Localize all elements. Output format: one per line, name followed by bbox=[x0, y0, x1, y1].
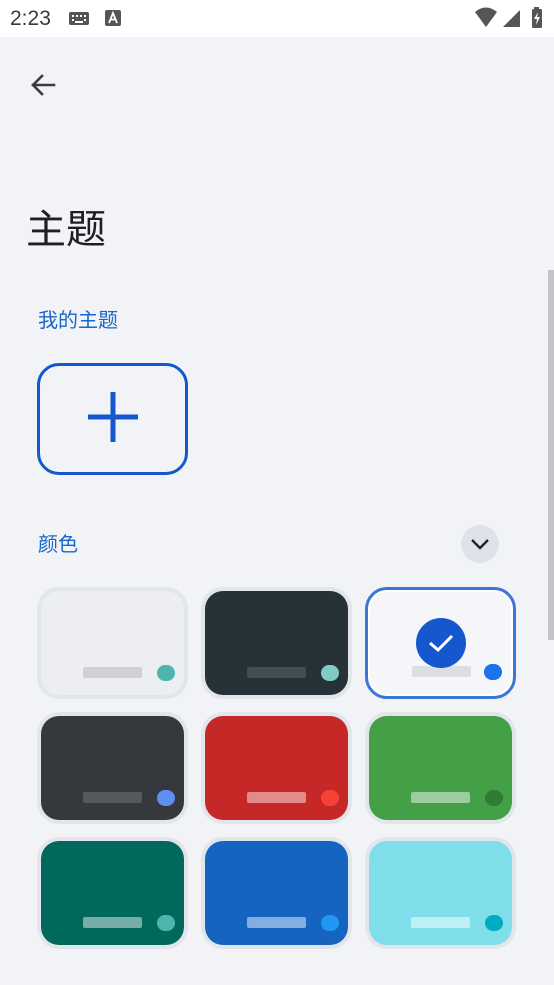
theme-preview bbox=[369, 716, 512, 820]
theme-preview bbox=[369, 841, 512, 945]
back-button[interactable] bbox=[20, 64, 66, 110]
color-theme-charcoal[interactable] bbox=[37, 712, 188, 824]
theme-preview-bar bbox=[411, 792, 470, 803]
color-theme-light-gray[interactable] bbox=[37, 587, 188, 699]
color-theme-cyan[interactable] bbox=[365, 837, 516, 949]
theme-preview-bar bbox=[247, 792, 306, 803]
color-theme-blue[interactable] bbox=[201, 837, 352, 949]
chevron-down-icon bbox=[470, 535, 490, 554]
check-icon bbox=[415, 618, 466, 668]
battery-icon bbox=[530, 0, 544, 41]
text-a-icon bbox=[104, 0, 122, 41]
colors-expand-button[interactable] bbox=[461, 525, 499, 563]
theme-preview-bar bbox=[247, 667, 306, 678]
page-title: 主题 bbox=[26, 207, 106, 253]
theme-preview-bar bbox=[83, 667, 142, 678]
theme-preview-bar bbox=[83, 792, 142, 803]
wifi-icon bbox=[474, 0, 498, 41]
scrollbar[interactable] bbox=[548, 270, 554, 640]
status-time: 2:23 bbox=[10, 7, 51, 30]
theme-accent-dot bbox=[157, 790, 175, 806]
theme-accent-dot bbox=[321, 665, 339, 681]
plus-icon bbox=[86, 390, 140, 448]
color-theme-dark-slate[interactable] bbox=[201, 587, 352, 699]
theme-accent-dot bbox=[321, 790, 339, 806]
theme-preview bbox=[205, 716, 348, 820]
color-theme-red[interactable] bbox=[201, 712, 352, 824]
theme-preview bbox=[41, 716, 184, 820]
theme-accent-dot bbox=[321, 915, 339, 931]
color-theme-green[interactable] bbox=[365, 712, 516, 824]
theme-preview bbox=[205, 591, 348, 695]
theme-preview bbox=[370, 592, 511, 694]
arrow-back-icon bbox=[29, 71, 57, 103]
color-theme-white-blue[interactable] bbox=[365, 587, 516, 699]
theme-preview-bar bbox=[411, 917, 470, 928]
theme-accent-dot bbox=[484, 664, 502, 680]
theme-accent-dot bbox=[485, 915, 503, 931]
theme-accent-dot bbox=[485, 790, 503, 806]
add-theme-button[interactable] bbox=[37, 363, 188, 475]
theme-accent-dot bbox=[157, 915, 175, 931]
my-themes-label: 我的主题 bbox=[38, 308, 118, 332]
theme-preview-bar bbox=[247, 917, 306, 928]
theme-preview bbox=[41, 841, 184, 945]
theme-preview-bar bbox=[83, 917, 142, 928]
theme-preview bbox=[41, 591, 184, 695]
status-bar: 2:23 bbox=[0, 0, 554, 37]
theme-preview bbox=[205, 841, 348, 945]
color-theme-teal[interactable] bbox=[37, 837, 188, 949]
keyboard-icon bbox=[68, 0, 90, 41]
theme-accent-dot bbox=[157, 665, 175, 681]
signal-icon bbox=[502, 0, 521, 41]
colors-label: 颜色 bbox=[38, 532, 78, 556]
